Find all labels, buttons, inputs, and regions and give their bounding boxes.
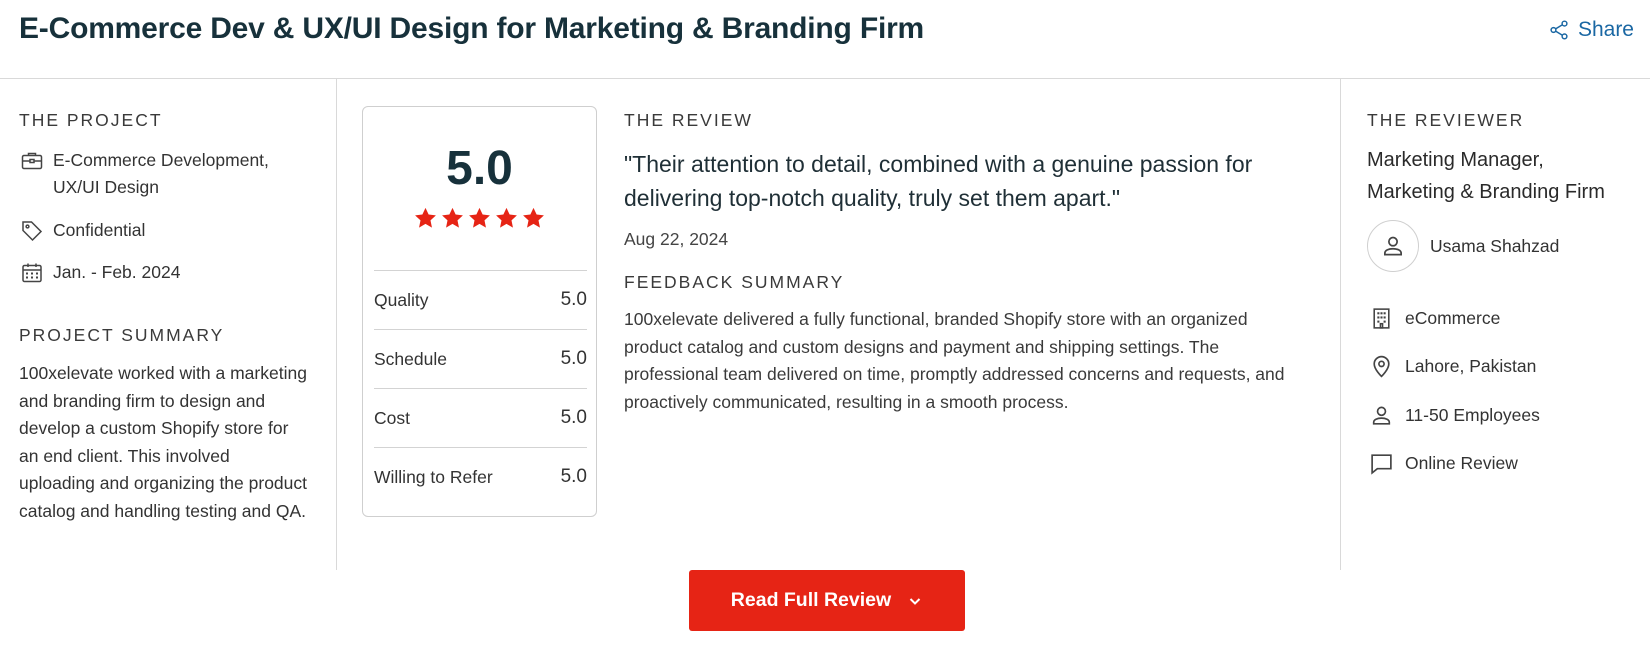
reviewer-identity: Usama Shahzad	[1367, 220, 1647, 272]
building-icon	[1367, 306, 1395, 331]
review-column: THE REVIEW "Their attention to detail, c…	[624, 110, 1304, 416]
company-size-value: 11-50 Employees	[1405, 404, 1540, 425]
reviewer-company-size: 11-50 Employees	[1367, 391, 1647, 440]
avatar	[1367, 220, 1419, 272]
rating-value: 5.0	[560, 289, 587, 310]
reviewer-name: Usama Shahzad	[1430, 235, 1560, 256]
column-divider	[1340, 79, 1341, 570]
star-icon	[523, 207, 544, 228]
reviewer-column: THE REVIEWER Marketing Manager, Marketin…	[1367, 110, 1647, 488]
briefcase-icon	[19, 147, 44, 174]
read-full-review-label: Read Full Review	[730, 589, 892, 611]
user-icon	[1367, 403, 1395, 428]
rating-value: 5.0	[560, 348, 587, 369]
rating-label: Quality	[374, 289, 429, 310]
service-line-1: E-Commerce Development,	[53, 150, 269, 170]
rating-card: 5.0 Quality 5.0 Schedule 5.0 Cost 5.0 Wi…	[362, 106, 597, 517]
rating-breakdown: Quality 5.0 Schedule 5.0 Cost 5.0 Willin…	[374, 270, 587, 506]
rating-label: Willing to Refer	[374, 466, 493, 487]
reviewer-section-label: THE REVIEWER	[1367, 110, 1525, 130]
share-icon	[1550, 20, 1568, 40]
reviewer-location: Lahore, Pakistan	[1367, 343, 1647, 392]
service-line-2: UX/UI Design	[53, 177, 160, 197]
star-icon	[442, 207, 463, 228]
rating-row-cost: Cost 5.0	[374, 388, 587, 447]
project-column: THE PROJECT E-Commerce Development, UX/U…	[19, 110, 319, 526]
reviewer-title-line-2: Marketing & Branding Firm	[1367, 180, 1605, 203]
budget-value: Confidential	[53, 220, 146, 240]
rating-value: 5.0	[560, 466, 587, 487]
column-divider	[336, 79, 337, 570]
review-type-value: Online Review	[1405, 453, 1518, 474]
review-date: Aug 22, 2024	[624, 229, 729, 249]
project-dates: Jan. - Feb. 2024	[19, 259, 319, 286]
reviewer-review-type: Online Review	[1367, 440, 1647, 489]
rating-row-quality: Quality 5.0	[374, 270, 587, 329]
rating-row-schedule: Schedule 5.0	[374, 329, 587, 388]
star-icon	[415, 207, 436, 228]
star-rating	[363, 206, 596, 231]
review-quote: "Their attention to detail, combined wit…	[624, 151, 1253, 211]
read-full-review-button[interactable]: Read Full Review	[689, 570, 965, 631]
tag-icon	[19, 217, 44, 244]
rating-label: Cost	[374, 407, 410, 428]
dates-value: Jan. - Feb. 2024	[53, 262, 181, 282]
overall-rating: 5.0	[446, 142, 513, 195]
share-button[interactable]: Share	[1548, 18, 1634, 42]
reviewer-industry: eCommerce	[1367, 294, 1647, 343]
star-icon	[496, 207, 517, 228]
user-icon	[1384, 236, 1402, 256]
calendar-icon	[19, 259, 44, 286]
feedback-summary-text: 100xelevate delivered a fully functional…	[624, 309, 1285, 412]
project-service: E-Commerce Development, UX/UI Design	[19, 147, 319, 201]
project-summary-text: 100xelevate worked with a marketing and …	[19, 363, 307, 521]
location-pin-icon	[1367, 354, 1395, 379]
rating-value: 5.0	[560, 407, 587, 428]
rating-label: Schedule	[374, 348, 447, 369]
rating-row-willing-to-refer: Willing to Refer 5.0	[374, 447, 587, 506]
review-section-label: THE REVIEW	[624, 110, 753, 130]
reviewer-title-line-1: Marketing Manager,	[1367, 149, 1544, 171]
share-label: Share	[1577, 18, 1634, 41]
industry-value: eCommerce	[1405, 307, 1501, 328]
star-icon	[469, 207, 490, 228]
review-header: E-Commerce Dev & UX/UI Design for Market…	[0, 0, 1650, 79]
project-summary-label: PROJECT SUMMARY	[19, 325, 225, 345]
chevron-down-icon	[909, 597, 921, 605]
location-value: Lahore, Pakistan	[1405, 356, 1537, 377]
reviewer-title: Marketing Manager, Marketing & Branding …	[1367, 145, 1647, 208]
chat-icon	[1367, 451, 1395, 476]
project-budget: Confidential	[19, 217, 319, 244]
page-title: E-Commerce Dev & UX/UI Design for Market…	[19, 12, 925, 45]
reviewer-meta: eCommerce Lahore, Pakistan 11-50 Employe…	[1367, 294, 1647, 488]
project-section-label: THE PROJECT	[19, 110, 163, 130]
feedback-summary-label: FEEDBACK SUMMARY	[624, 272, 845, 292]
